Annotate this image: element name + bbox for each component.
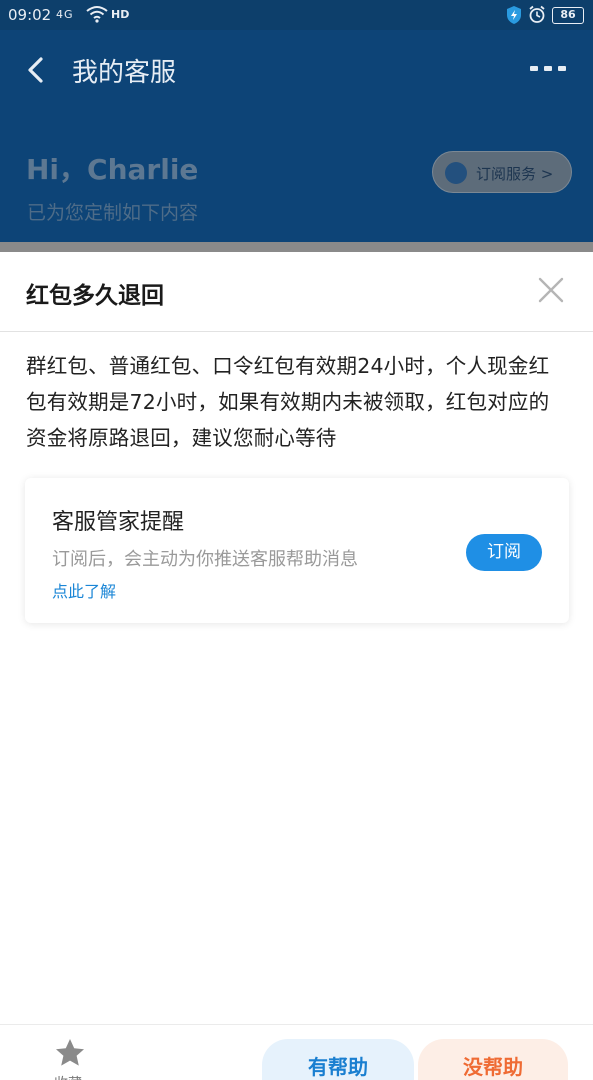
answer-sheet: 红包多久退回 群红包、普通红包、口令红包有效期24小时，个人现金红包有效期是72…: [0, 252, 593, 1080]
answer-text: 群红包、普通红包、口令红包有效期24小时，个人现金红包有效期是72小时，如果有效…: [26, 354, 550, 450]
favorite-label: 收藏: [54, 1073, 82, 1080]
divider: [0, 331, 593, 332]
learn-more-link[interactable]: 点此了解: [52, 578, 116, 602]
greeting-subtitle: 已为您定制如下内容: [27, 202, 199, 224]
star-icon[interactable]: [54, 1037, 86, 1069]
wifi-icon: [86, 6, 108, 23]
reminder-description: 订阅后，会主动为你推送客服帮助消息: [52, 549, 358, 570]
network-indicator: 4G: [56, 8, 74, 21]
bottom-bar: 收藏 有帮助 没帮助: [0, 1024, 593, 1080]
status-time: 09:02: [8, 6, 52, 24]
page-title: 我的客服: [72, 58, 177, 88]
shield-icon: [507, 6, 521, 24]
not-helpful-label: 没帮助: [463, 1055, 523, 1079]
helpful-button[interactable]: 有帮助: [262, 1039, 414, 1080]
back-arrow-icon[interactable]: [24, 56, 48, 84]
close-icon[interactable]: [537, 276, 565, 304]
more-dots-icon[interactable]: [530, 64, 566, 74]
subscribe-icon: [445, 162, 467, 184]
subscribe-service-button[interactable]: 订阅服务 >: [432, 151, 572, 193]
subscribe-service-label: 订阅服务 >: [476, 165, 554, 183]
hd-indicator: HD: [111, 8, 130, 21]
sheet-title: 红包多久退回: [26, 283, 164, 309]
overlay-dim: [0, 242, 593, 252]
subscribe-button[interactable]: 订阅: [466, 534, 542, 571]
reminder-card: 客服管家提醒 订阅后，会主动为你推送客服帮助消息 点此了解 订阅: [25, 478, 569, 623]
header: 我的客服 Hi，Charlie 已为您定制如下内容 订阅服务 >: [0, 30, 593, 242]
reminder-title: 客服管家提醒: [52, 510, 185, 535]
not-helpful-button[interactable]: 没帮助: [418, 1039, 568, 1080]
greeting-name: Hi，Charlie: [26, 153, 199, 186]
status-bar: 09:02 4G HD 86: [0, 0, 593, 30]
alarm-icon: [529, 5, 545, 23]
battery-icon: 86: [552, 7, 584, 24]
helpful-label: 有帮助: [308, 1055, 368, 1079]
